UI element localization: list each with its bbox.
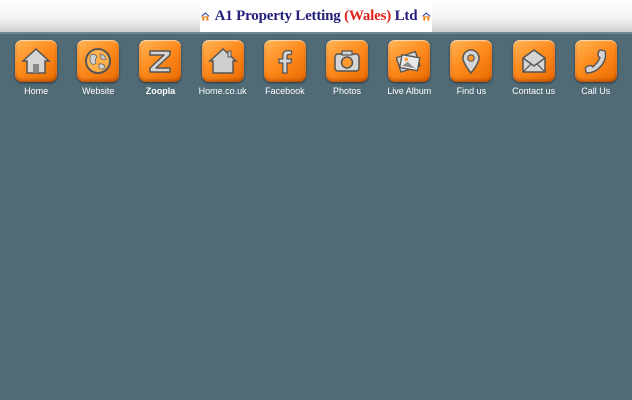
nav-home-co-uk-label: Home.co.uk — [198, 86, 247, 96]
house-outline-icon[interactable] — [201, 40, 244, 82]
nav-icon-row: Home Website Zoopla Home.co.uk Facebook … — [5, 40, 627, 96]
nav-website-label: Website — [82, 86, 115, 96]
nav-photos-label: Photos — [333, 86, 362, 96]
logo-house-icon — [422, 12, 432, 21]
nav-call-us-label: Call Us — [581, 86, 611, 96]
nav-website[interactable]: Website — [67, 40, 129, 96]
nav-live-album-label: Live Album — [387, 86, 432, 96]
logo-text: A1 Property Letting (Wales) Ltd — [214, 7, 418, 24]
globe-icon[interactable] — [77, 40, 120, 82]
envelope-icon[interactable] — [512, 40, 555, 82]
photo-album-icon[interactable] — [388, 40, 431, 82]
facebook-icon[interactable] — [263, 40, 306, 82]
nav-zoopla-label: Zoopla — [145, 86, 176, 96]
nav-facebook[interactable]: Facebook — [254, 40, 316, 96]
header-bar: A1 Property Letting (Wales) Ltd — [0, 0, 632, 32]
nav-contact-us[interactable]: Contact us — [503, 40, 565, 96]
logo-house-icon — [200, 12, 210, 21]
nav-facebook-label: Facebook — [265, 86, 305, 96]
nav-contact-us-label: Contact us — [512, 86, 556, 96]
nav-call-us[interactable]: Call Us — [565, 40, 627, 96]
phone-icon[interactable] — [574, 40, 617, 82]
house-icon[interactable] — [15, 40, 58, 82]
camera-icon[interactable] — [326, 40, 369, 82]
nav-find-us[interactable]: Find us — [440, 40, 502, 96]
map-pin-icon[interactable] — [450, 40, 493, 82]
zoopla-z-icon[interactable] — [139, 40, 182, 82]
nav-home[interactable]: Home — [5, 40, 67, 96]
nav-photos[interactable]: Photos — [316, 40, 378, 96]
nav-zoopla[interactable]: Zoopla — [129, 40, 191, 96]
nav-find-us-label: Find us — [456, 86, 487, 96]
nav-live-album[interactable]: Live Album — [378, 40, 440, 96]
company-logo[interactable]: A1 Property Letting (Wales) Ltd — [200, 0, 432, 32]
nav-home-co-uk[interactable]: Home.co.uk — [192, 40, 254, 96]
nav-home-label: Home — [24, 86, 49, 96]
